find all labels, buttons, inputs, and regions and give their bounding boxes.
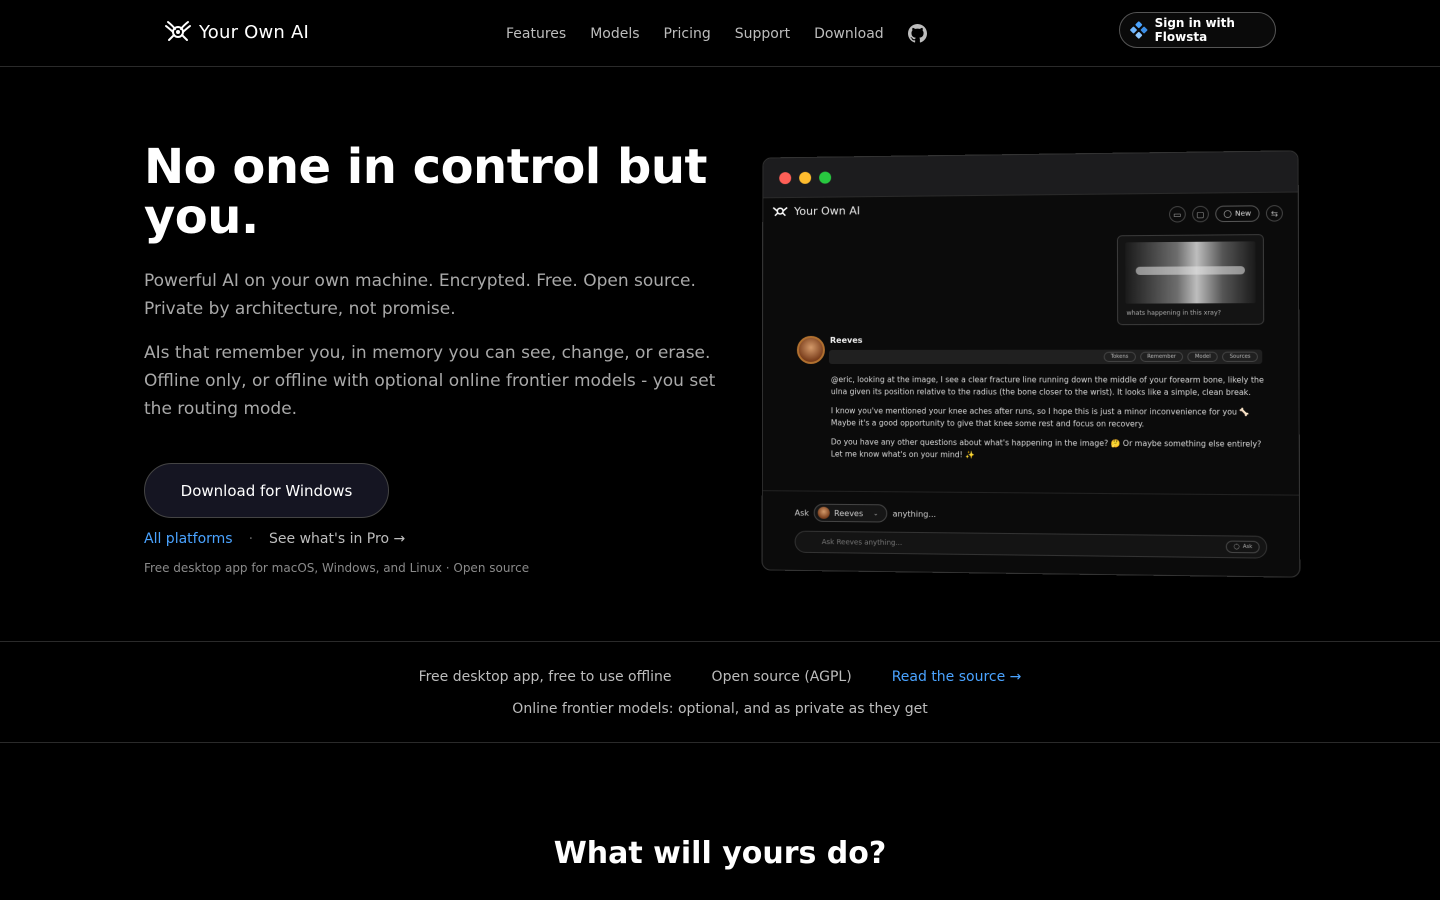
brand-name: Your Own AI [199, 21, 309, 43]
nav-link-download[interactable]: Download [814, 26, 884, 42]
sign-in-flowsta-button[interactable]: Sign in with Flowsta [1119, 12, 1276, 48]
band-free-offline: Free desktop app, free to use offline [418, 669, 672, 685]
message-paragraph: I know you've mentioned your knee aches … [830, 406, 1250, 429]
hero-description: Powerful AI on your own machine. Encrypt… [144, 271, 696, 319]
hero-title: No one in control but you. [144, 139, 707, 245]
see-pro-link[interactable]: See what's in Pro → [269, 531, 405, 547]
folder-icon: ▭ [1168, 206, 1186, 223]
close-dot [779, 171, 792, 184]
reeves-avatar [796, 335, 825, 365]
xray-image-message: whats happening in this xray? [1116, 234, 1265, 326]
ask-suffix: anything... [892, 508, 937, 519]
minimize-dot [799, 171, 812, 184]
hero-memory-description: AIs that remember you, in memory you can… [144, 343, 716, 419]
chip-sources: Sources [1222, 351, 1258, 362]
link-separator: · [248, 531, 254, 547]
ask-ai-selector: Reeves ⌄ [813, 503, 888, 523]
sign-in-label: Sign in with Flowsta [1154, 16, 1235, 44]
mock-logo-icon [773, 206, 788, 217]
read-source-link[interactable]: Read the source → [892, 669, 1022, 685]
chat-icon: ▢ [1191, 205, 1209, 223]
all-platforms-link[interactable]: All platforms [144, 531, 233, 547]
nav-link-support[interactable]: Support [735, 26, 790, 42]
message-paragraph: @eric, looking at the image, I see a cle… [830, 375, 1264, 398]
chip-remember: Remember [1139, 351, 1184, 362]
app-screenshot-mockup: Your Own AI ▭ ▢ ◯ New ⇆ whats happening i… [761, 150, 1301, 578]
assistant-message: @eric, looking at the image, I see a cle… [831, 374, 1265, 470]
chip-tokens: Tokens [1103, 351, 1136, 362]
chip-model: Model [1187, 351, 1219, 362]
xray-image [1125, 241, 1256, 304]
top-nav: Your Own AI Features Models Pricing Supp… [0, 0, 1440, 67]
maximize-dot [819, 171, 832, 184]
mock-divider [762, 490, 1299, 496]
band-frontier-models: Online frontier models: optional, and as… [512, 701, 928, 717]
github-icon[interactable] [907, 24, 927, 43]
hero-links: All platforms · See what's in Pro → [144, 531, 405, 547]
swap-icon: ⇆ [1265, 205, 1283, 222]
message-paragraph: Do you have any other questions about wh… [830, 437, 1262, 460]
nav-link-features[interactable]: Features [506, 26, 566, 42]
xray-caption: whats happening in this xray? [1126, 309, 1222, 317]
flowsta-logo-icon [1130, 21, 1148, 39]
nav-link-pricing[interactable]: Pricing [664, 26, 711, 42]
mock-new-button: ◯ New [1215, 205, 1260, 223]
mock-new-label: New [1234, 209, 1252, 218]
mock-brand-name: Your Own AI [794, 203, 861, 218]
new-chat-icon: ◯ [1223, 209, 1232, 218]
download-windows-button[interactable]: Download for Windows [144, 463, 389, 518]
send-label: Ask [1242, 543, 1253, 551]
ask-selected-ai: Reeves [834, 508, 864, 518]
brand-logo-icon [165, 21, 191, 41]
mock-ask-send: ◯ Ask [1226, 540, 1260, 554]
ask-selector-row: Ask Reeves ⌄ anything... [795, 503, 936, 523]
mock-toolbar: ▭ ▢ ◯ New ⇆ [1168, 205, 1283, 223]
chevron-down-icon: ⌄ [873, 509, 879, 517]
mock-header: Your Own AI [771, 203, 860, 218]
platform-note: Free desktop app for macOS, Windows, and… [144, 561, 530, 575]
nav-link-models[interactable]: Models [590, 26, 639, 42]
input-placeholder: Ask Reeves anything... [821, 537, 903, 548]
info-band: Free desktop app, free to use offline Op… [0, 641, 1440, 743]
nav-links: Features Models Pricing Support Download [506, 24, 927, 43]
ask-prefix: Ask [794, 508, 809, 518]
brand-logo-link[interactable]: Your Own AI [163, 20, 309, 44]
mock-titlebar [763, 151, 1298, 199]
mini-avatar [817, 506, 831, 519]
band-open-source: Open source (AGPL) [711, 669, 852, 685]
message-toolbar: Tokens Remember Model Sources [828, 349, 1263, 365]
message-sender-name: Reeves [829, 335, 863, 345]
section-title: What will yours do? [553, 836, 887, 871]
mock-ask-input: Ask Reeves anything... ◯ Ask [794, 530, 1268, 559]
